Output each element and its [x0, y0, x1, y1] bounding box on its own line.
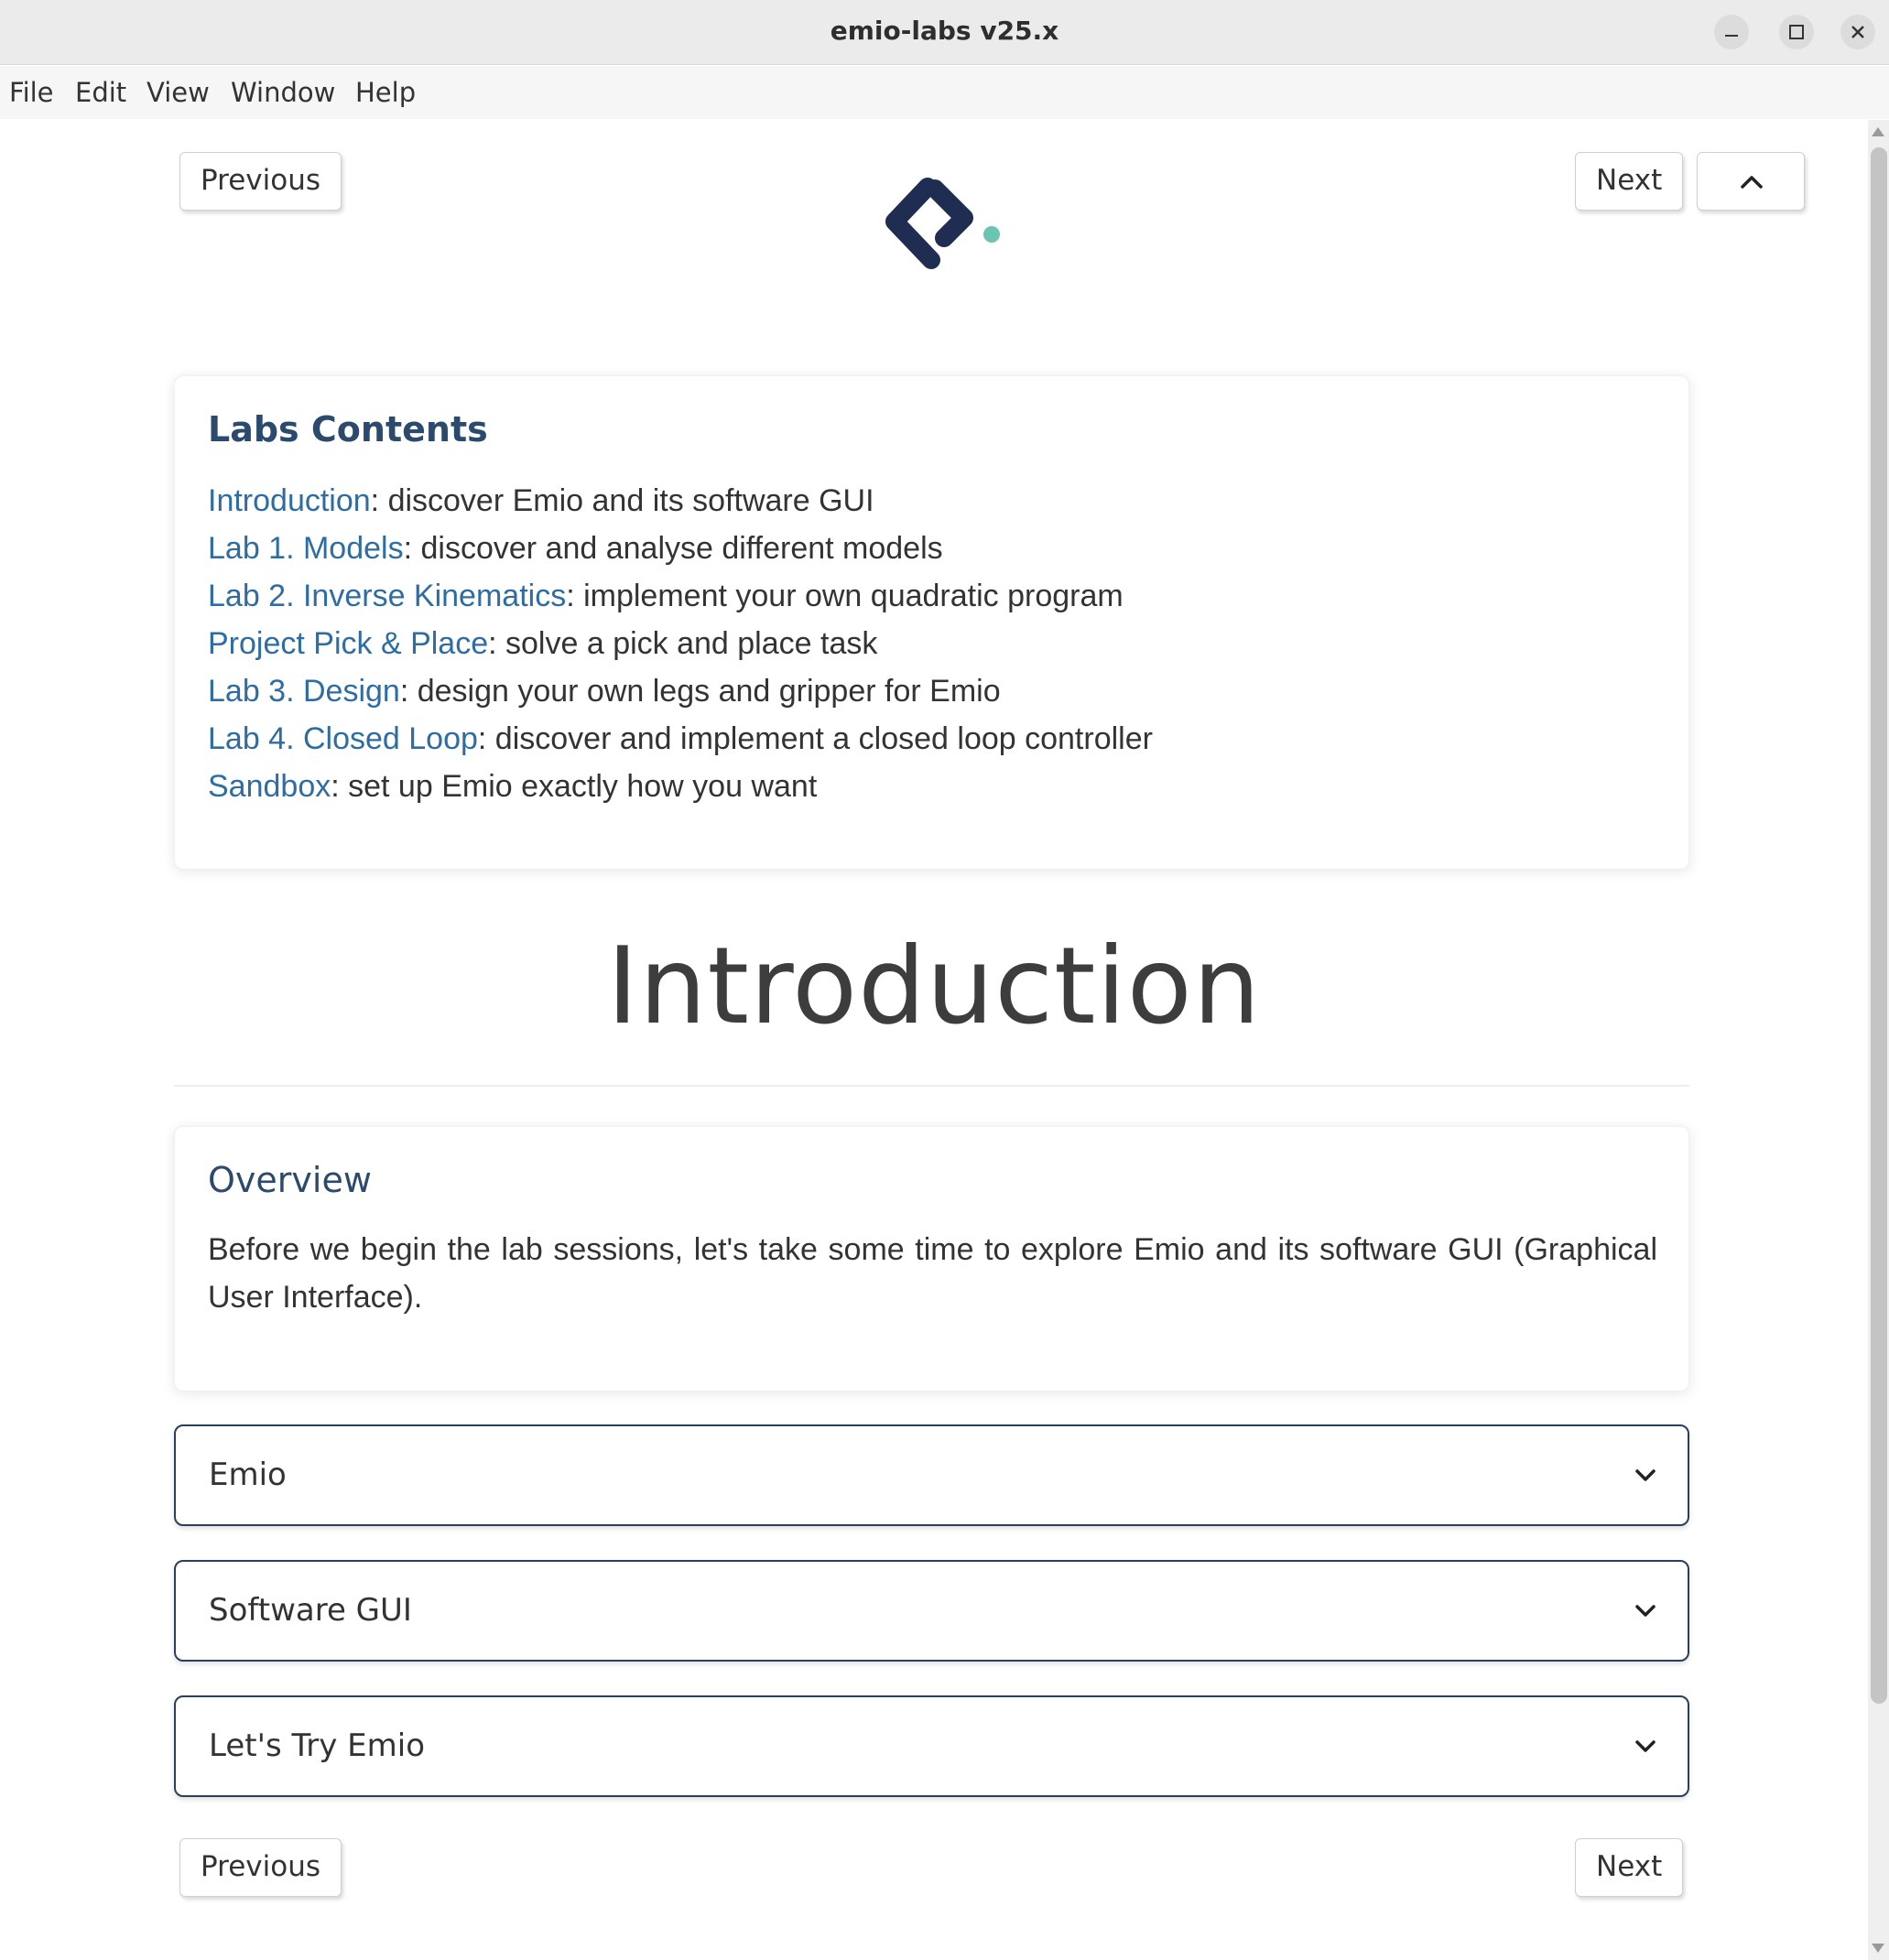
- menu-window[interactable]: Window: [231, 66, 335, 119]
- maximize-button[interactable]: [1779, 15, 1814, 49]
- previous-button-bottom[interactable]: Previous: [179, 1838, 342, 1897]
- accordion-label: Software GUI: [209, 1592, 412, 1629]
- divider: [174, 1085, 1689, 1087]
- scrollbar-thumb[interactable]: [1871, 147, 1887, 1704]
- minimize-icon: [1725, 35, 1738, 37]
- vertical-scrollbar[interactable]: [1868, 120, 1889, 1960]
- list-item: Project Pick & Place: solve a pick and p…: [208, 620, 1153, 667]
- minimize-button[interactable]: [1714, 15, 1749, 49]
- maximize-icon: [1789, 25, 1804, 39]
- labs-contents-list: Introduction: discover Emio and its soft…: [208, 477, 1153, 810]
- item-description: : design your own legs and gripper for E…: [399, 674, 1001, 709]
- next-button-top[interactable]: Next: [1575, 152, 1684, 211]
- link-lab-4[interactable]: Lab 4. Closed Loop: [208, 721, 478, 756]
- title-bar: emio-labs v25.x: [0, 0, 1889, 65]
- chevron-up-icon: [1741, 176, 1763, 189]
- accordion-label: Emio: [209, 1456, 287, 1493]
- item-description: : discover Emio and its software GUI: [370, 483, 874, 518]
- chevron-down-icon: [1635, 1740, 1656, 1752]
- link-lab-2[interactable]: Lab 2. Inverse Kinematics: [208, 579, 566, 613]
- page-title: Introduction: [606, 925, 1262, 1048]
- labs-contents-heading: Labs Contents: [208, 409, 488, 449]
- scroll-top-button[interactable]: [1697, 152, 1805, 211]
- scroll-up-arrow-icon[interactable]: [1872, 127, 1884, 136]
- list-item: Lab 2. Inverse Kinematics: implement you…: [208, 572, 1153, 620]
- overview-card: Overview Before we begin the lab session…: [174, 1126, 1689, 1391]
- item-description: : discover and analyse different models: [403, 531, 943, 566]
- close-icon: [1851, 26, 1864, 38]
- chevron-down-icon: [1635, 1469, 1656, 1481]
- close-button[interactable]: [1840, 15, 1875, 49]
- overview-heading: Overview: [208, 1160, 372, 1200]
- labs-contents-card: Labs Contents Introduction: discover Emi…: [174, 375, 1689, 870]
- accordion-label: Let's Try Emio: [209, 1727, 425, 1764]
- link-lab-1[interactable]: Lab 1. Models: [208, 531, 404, 566]
- overview-text: Before we begin the lab sessions, let's …: [208, 1232, 1657, 1315]
- menu-bar: File Edit View Window Help: [0, 66, 1889, 119]
- item-description: : discover and implement a closed loop c…: [477, 721, 1153, 756]
- window-title: emio-labs v25.x: [830, 16, 1059, 46]
- menu-file[interactable]: File: [9, 66, 54, 119]
- link-introduction[interactable]: Introduction: [208, 483, 371, 518]
- next-button-bottom[interactable]: Next: [1575, 1838, 1684, 1897]
- link-lab-3[interactable]: Lab 3. Design: [208, 674, 400, 709]
- accordion-emio[interactable]: Emio: [174, 1424, 1689, 1526]
- menu-edit[interactable]: Edit: [75, 66, 126, 119]
- link-sandbox[interactable]: Sandbox: [208, 769, 331, 804]
- list-item: Lab 1. Models: discover and analyse diff…: [208, 525, 1153, 572]
- previous-button-top[interactable]: Previous: [179, 152, 342, 211]
- emio-logo: [885, 178, 1000, 269]
- list-item: Introduction: discover Emio and its soft…: [208, 477, 1153, 525]
- item-description: : implement your own quadratic program: [566, 579, 1124, 613]
- menu-help[interactable]: Help: [355, 66, 416, 119]
- list-item: Sandbox: set up Emio exactly how you wan…: [208, 763, 1153, 810]
- chevron-down-icon: [1635, 1605, 1656, 1617]
- accordion-lets-try-emio[interactable]: Let's Try Emio: [174, 1695, 1689, 1797]
- menu-view[interactable]: View: [147, 66, 210, 119]
- item-description: : solve a pick and place task: [488, 626, 878, 661]
- list-item: Lab 3. Design: design your own legs and …: [208, 667, 1153, 715]
- accordion-software-gui[interactable]: Software GUI: [174, 1560, 1689, 1662]
- content-area: Previous Next Labs Contents Introduction…: [0, 120, 1868, 1960]
- list-item: Lab 4. Closed Loop: discover and impleme…: [208, 715, 1153, 763]
- item-description: : set up Emio exactly how you want: [331, 769, 818, 804]
- scroll-down-arrow-icon[interactable]: [1872, 1944, 1884, 1953]
- link-project-pick-place[interactable]: Project Pick & Place: [208, 626, 488, 661]
